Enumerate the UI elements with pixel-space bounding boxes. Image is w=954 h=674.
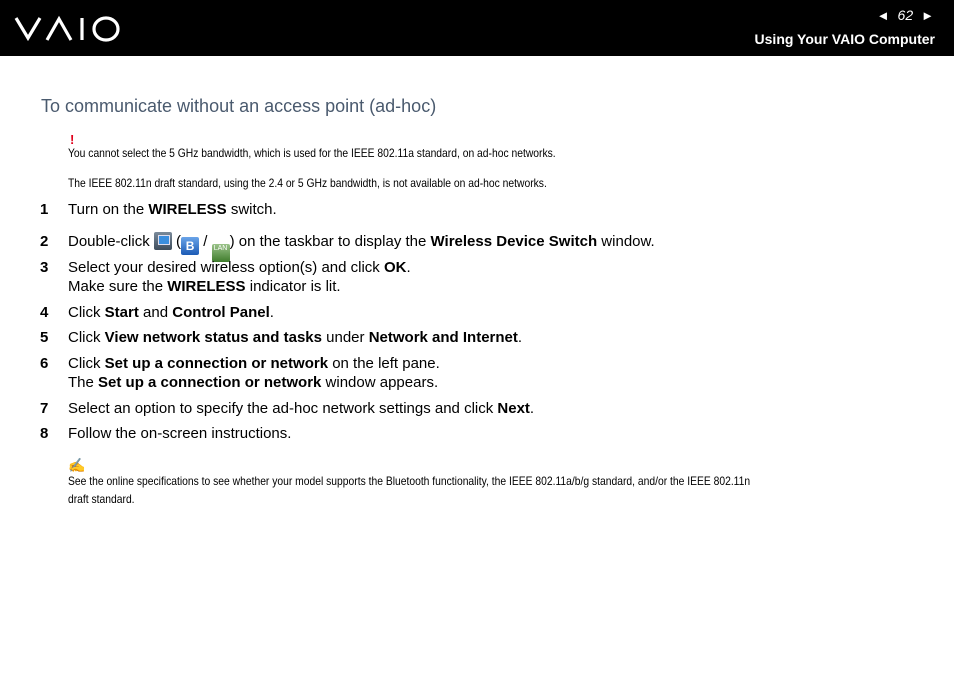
step-text-part: Select an option to specify the ad-hoc n… <box>68 400 498 417</box>
step-bold-term: Start <box>104 304 139 321</box>
next-page-arrow-icon[interactable]: ► <box>921 8 934 23</box>
step-bold-term: Network and Internet <box>368 329 518 346</box>
step-number: 4 <box>40 304 49 321</box>
step-number: 2 <box>40 233 49 250</box>
page-navigation: ◄ 62 ► <box>877 7 934 23</box>
step-text-part: Click <box>68 355 105 372</box>
step-text: Click Start and Control Panel. <box>68 303 274 322</box>
bluetooth-taskbar-icon[interactable]: B <box>181 237 200 255</box>
step-number: 8 <box>40 425 49 442</box>
warning-text-2: The IEEE 802.11n draft standard, using t… <box>68 176 547 190</box>
step-text-part: Make sure the <box>68 278 168 295</box>
step-bold-term: View network status and tasks <box>104 329 322 346</box>
step-text-part: . <box>406 259 411 276</box>
step-text: Follow the on-screen instructions. <box>68 424 291 443</box>
step-text-part: . <box>529 400 535 417</box>
step-text-part: Turn on the <box>68 201 149 218</box>
step-number: 7 <box>40 400 49 417</box>
step-text-part: Click <box>68 329 105 346</box>
note-text-2: draft standard. <box>68 492 135 506</box>
note-pencil-icon: ✍ <box>68 457 86 473</box>
step-number: 3 <box>40 259 49 276</box>
step-number: 5 <box>40 329 49 346</box>
lan-taskbar-icon[interactable] <box>153 232 172 250</box>
page-number: 62 <box>897 7 914 23</box>
step-number: 1 <box>40 201 49 218</box>
step-text-part: indicator is lit. <box>245 278 341 295</box>
step-text-part: window appears. <box>321 374 439 391</box>
previous-page-arrow-icon[interactable]: ◄ <box>877 8 890 23</box>
step-text: Turn on the WIRELESS switch. <box>68 200 277 219</box>
step-number: 6 <box>40 355 49 372</box>
step-text-part: / <box>199 233 212 250</box>
warning-text-1: You cannot select the 5 GHz bandwidth, w… <box>68 146 556 160</box>
step-text-part: ( <box>171 233 182 250</box>
step-bold-term: OK <box>383 259 407 276</box>
note-text-1: See the online specifications to see whe… <box>68 474 751 488</box>
step-text-part: . <box>517 329 523 346</box>
vaio-logo <box>14 14 122 47</box>
warning-icon: ! <box>70 132 75 147</box>
section-title: Using Your VAIO Computer <box>754 31 935 47</box>
step-text-part: Click <box>68 304 105 321</box>
step-text-part: Select your desired wireless option(s) a… <box>68 259 384 276</box>
step-bold-term: Next <box>497 400 530 417</box>
step-bold-term: Set up a connection or network <box>104 355 329 372</box>
step-bold-term: WIRELESS <box>148 201 227 218</box>
step-bold-term: Set up a connection or network <box>98 374 322 391</box>
step-bold-term: WIRELESS <box>167 278 246 295</box>
step-bold-term: Wireless Device Switch <box>430 233 598 250</box>
step-text: Select an option to specify the ad-hoc n… <box>68 399 534 418</box>
step-text: Click View network status and tasks unde… <box>68 328 522 347</box>
step-text-part: under <box>321 329 369 346</box>
step-text-part: Double-click <box>68 233 154 250</box>
step-text-part: and <box>138 304 173 321</box>
page-header: ◄ 62 ► Using Your VAIO Computer <box>0 0 954 56</box>
step-text: Click Set up a connection or network on … <box>68 354 440 392</box>
step-text-part: The <box>68 374 99 391</box>
step-text-part: switch. <box>226 201 277 218</box>
step-text-part: on the left pane. <box>328 355 440 372</box>
page-title: To communicate without an access point (… <box>41 96 437 116</box>
step-text-part: . <box>269 304 274 321</box>
step-text-part: Follow the on-screen instructions. <box>68 425 292 442</box>
step-text-part: window. <box>597 233 655 250</box>
step-bold-term: Control Panel <box>172 304 270 321</box>
step-text: Select your desired wireless option(s) a… <box>68 258 411 296</box>
step-text-part: ) on the taskbar to display the <box>229 233 431 250</box>
